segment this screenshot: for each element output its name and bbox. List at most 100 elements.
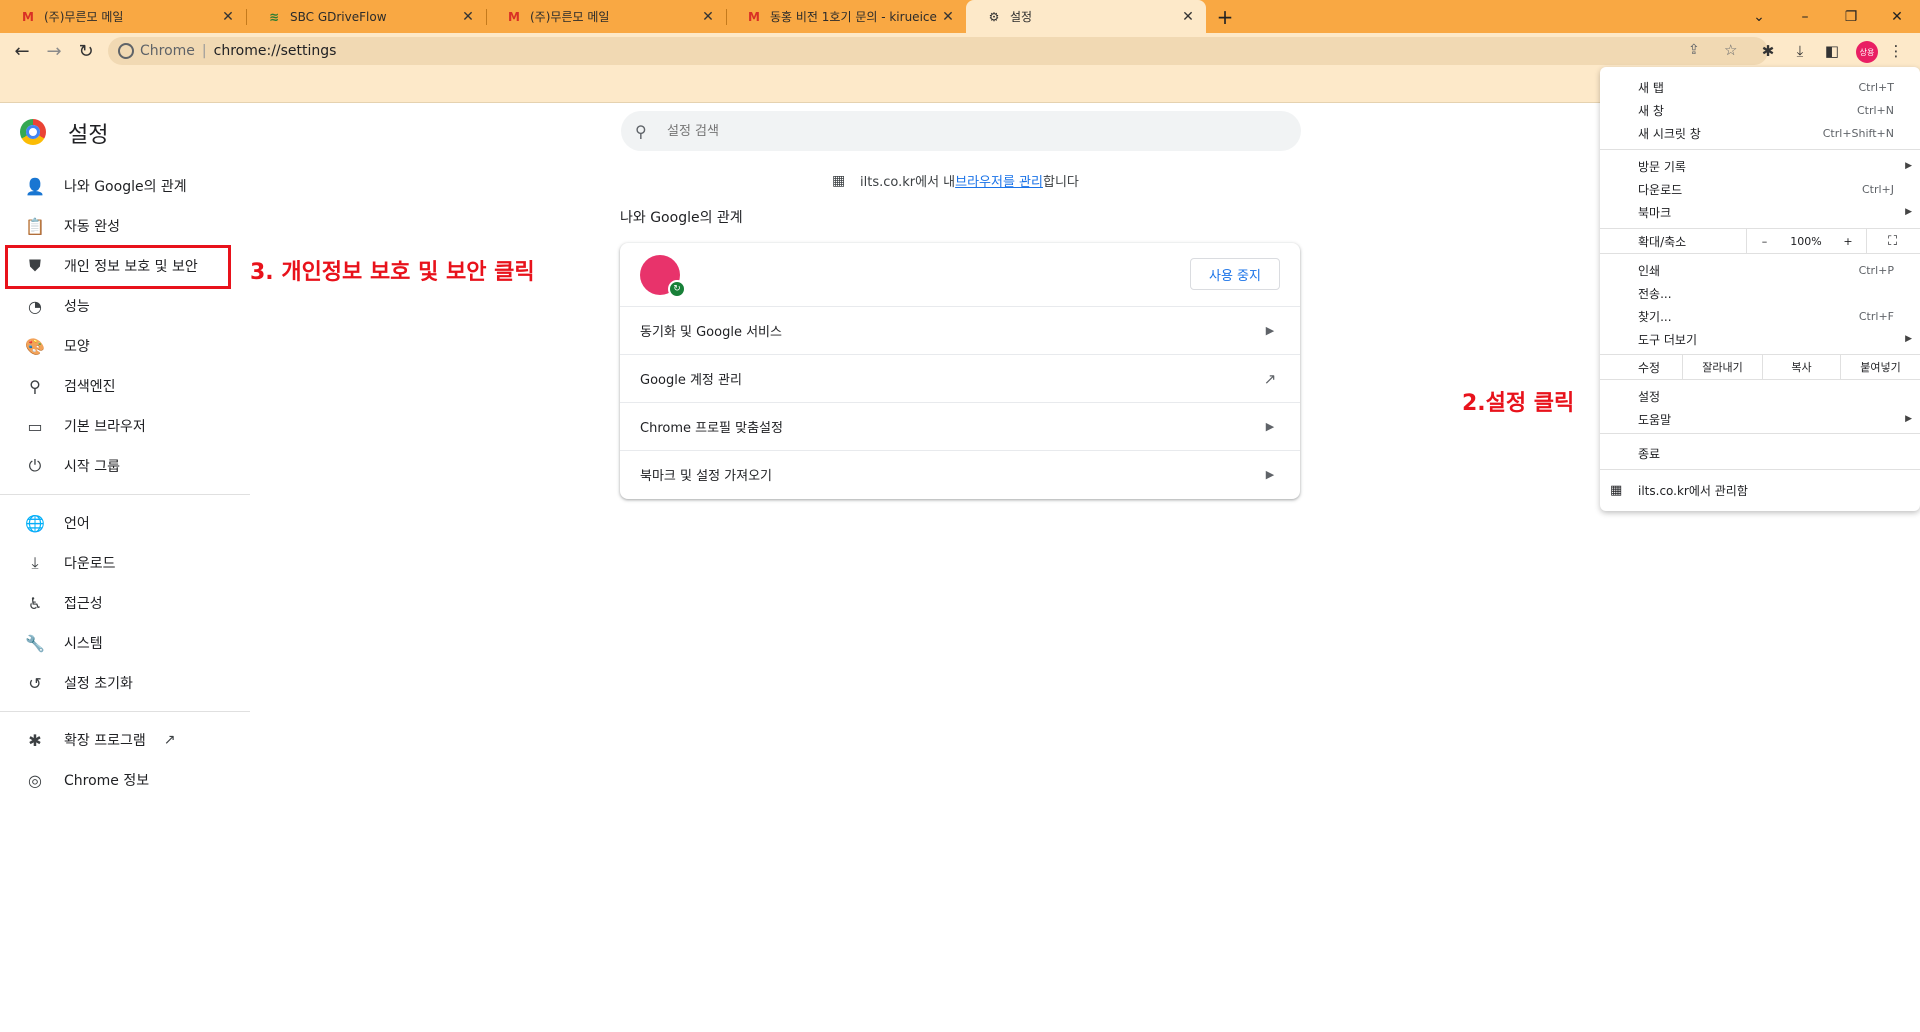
- sidebar-item-label: 기본 브라우저: [64, 419, 146, 435]
- sidebar-item-search-engine[interactable]: ⚲ 검색엔진: [0, 366, 250, 406]
- tab-mail-1[interactable]: M (주)무른모 메일 ✕: [0, 0, 246, 33]
- globe-icon: 🌐: [25, 513, 45, 533]
- menu-label: 다운로드: [1638, 182, 1683, 197]
- menu-label: 도움말: [1638, 412, 1672, 427]
- close-icon[interactable]: ✕: [940, 9, 956, 25]
- chevron-right-icon: ▶: [1905, 414, 1912, 424]
- gmail-icon: M: [508, 9, 520, 24]
- zoom-out-button[interactable]: –: [1746, 228, 1782, 254]
- sidebar-item-label: 확장 프로그램: [64, 733, 146, 749]
- sidebar-item-appearance[interactable]: 🎨 모양: [0, 326, 250, 366]
- row-import-bookmarks[interactable]: 북마크 및 설정 가져오기 ▶: [620, 450, 1300, 498]
- address-separator: |: [201, 43, 207, 59]
- copy-button[interactable]: 복사: [1762, 354, 1840, 380]
- sidebar-item-on-startup[interactable]: ⏻ 시작 그룹: [0, 446, 250, 486]
- menu-settings[interactable]: 설정: [1600, 385, 1920, 407]
- close-window-button[interactable]: ✕: [1874, 0, 1920, 33]
- tab-gdriveflow[interactable]: ≋ SBC GDriveFlow ✕: [246, 0, 486, 33]
- row-sync-services[interactable]: 동기화 및 Google 서비스 ▶: [620, 306, 1300, 354]
- gmail-icon: M: [22, 9, 34, 24]
- tab-mail-2[interactable]: M (주)무른모 메일 ✕: [486, 0, 726, 33]
- stop-sync-button[interactable]: 사용 중지: [1190, 258, 1280, 290]
- tab-mail-3[interactable]: M 동홍 비전 1호기 문의 - kirueice ✕: [726, 0, 966, 33]
- menu-new-tab[interactable]: 새 탭 Ctrl+T: [1600, 76, 1920, 98]
- menu-managed[interactable]: ▦ ilts.co.kr에서 관리함: [1600, 479, 1920, 501]
- sidebar-item-you-and-google[interactable]: 👤 나와 Google의 관계: [0, 166, 250, 206]
- clipboard-icon: 📋: [25, 216, 45, 236]
- sidebar-item-label: 자동 완성: [64, 219, 120, 235]
- cut-button[interactable]: 잘라내기: [1682, 354, 1762, 380]
- sidebar-item-languages[interactable]: 🌐 언어: [0, 503, 250, 543]
- tab-label: (주)무른모 메일: [530, 10, 610, 24]
- share-icon[interactable]: ⇪: [1688, 42, 1700, 58]
- chevron-right-icon: ▶: [1905, 334, 1912, 344]
- search-icon: ⚲: [635, 121, 647, 141]
- close-icon[interactable]: ✕: [460, 9, 476, 25]
- menu-exit[interactable]: 종료: [1600, 442, 1920, 464]
- menu-help[interactable]: 도움말 ▶: [1600, 408, 1920, 430]
- menu-shortcut: Ctrl+J: [1861, 182, 1894, 196]
- sidebar-item-system[interactable]: 🔧 시스템: [0, 623, 250, 663]
- sidebar-item-label: 다운로드: [64, 556, 116, 572]
- menu-label: 북마크: [1638, 205, 1672, 220]
- tab-settings[interactable]: ⚙ 설정 ✕: [966, 0, 1206, 33]
- minimize-button[interactable]: –: [1782, 0, 1828, 33]
- menu-incognito[interactable]: 새 시크릿 창 Ctrl+Shift+N: [1600, 122, 1920, 144]
- menu-label: 새 시크릿 창: [1638, 126, 1701, 141]
- menu-divider: [1600, 149, 1920, 150]
- address-bar[interactable]: Chrome | chrome://settings ⇪ ☆: [108, 37, 1768, 65]
- row-customize-profile[interactable]: Chrome 프로필 맞춤설정 ▶: [620, 402, 1300, 450]
- menu-bookmarks[interactable]: 북마크 ▶: [1600, 201, 1920, 223]
- row-label: Chrome 프로필 맞춤설정: [640, 421, 783, 436]
- restore-button[interactable]: ❐: [1828, 0, 1874, 33]
- sidebar-item-reset[interactable]: ↺ 설정 초기화: [0, 663, 250, 703]
- search-input[interactable]: [667, 123, 1267, 139]
- gear-icon: ⚙: [988, 9, 1000, 24]
- close-icon[interactable]: ✕: [700, 9, 716, 25]
- managed-prefix: ilts.co.kr에서 내: [860, 175, 956, 190]
- sidebar-item-label: 검색엔진: [64, 379, 116, 395]
- manage-browser-link[interactable]: 브라우저를 관리: [955, 171, 1043, 190]
- sidebar-item-performance[interactable]: ◔ 성능: [0, 286, 250, 326]
- bookmark-star-icon[interactable]: ☆: [1724, 41, 1737, 59]
- sidebar-item-downloads[interactable]: ⤓ 다운로드: [0, 543, 250, 583]
- profile-avatar[interactable]: 상용: [1856, 41, 1878, 63]
- settings-search[interactable]: ⚲: [621, 111, 1301, 151]
- row-label: Google 계정 관리: [640, 373, 742, 388]
- paste-button[interactable]: 붙여넣기: [1840, 354, 1920, 380]
- menu-label: ilts.co.kr에서 관리함: [1638, 483, 1748, 498]
- kebab-menu-icon[interactable]: ⋮: [1884, 39, 1908, 63]
- address-url: chrome://settings: [213, 43, 337, 59]
- close-icon[interactable]: ✕: [1180, 9, 1196, 25]
- managed-notice: ▦ ilts.co.kr에서 내 브라우저를 관리 합니다: [832, 171, 1079, 191]
- side-panel-icon[interactable]: ◧: [1820, 39, 1844, 63]
- sidebar-item-extensions[interactable]: ✱ 확장 프로그램 ↗: [0, 720, 250, 760]
- menu-find[interactable]: 찾기... Ctrl+F: [1600, 305, 1920, 327]
- sidebar-item-autofill[interactable]: 📋 자동 완성: [0, 206, 250, 246]
- menu-new-window[interactable]: 새 창 Ctrl+N: [1600, 99, 1920, 121]
- close-icon[interactable]: ✕: [220, 9, 236, 25]
- reload-button[interactable]: ↻: [72, 37, 100, 65]
- download-icon[interactable]: ⤓: [1788, 39, 1812, 63]
- tab-search-icon[interactable]: ⌄: [1736, 0, 1782, 33]
- row-google-account[interactable]: Google 계정 관리 ↗: [620, 354, 1300, 402]
- sidebar-item-default-browser[interactable]: ▭ 기본 브라우저: [0, 406, 250, 446]
- menu-label: 수정: [1638, 360, 1661, 375]
- sidebar-item-about-chrome[interactable]: ◎ Chrome 정보: [0, 760, 250, 800]
- external-link-icon: ↗: [1263, 369, 1277, 388]
- zoom-in-button[interactable]: +: [1830, 228, 1866, 254]
- new-tab-button[interactable]: +: [1212, 4, 1238, 30]
- menu-history[interactable]: 방문 기록 ▶: [1600, 155, 1920, 177]
- forward-button[interactable]: →: [40, 37, 68, 65]
- menu-more-tools[interactable]: 도구 더보기 ▶: [1600, 328, 1920, 350]
- building-icon: ▦: [1610, 482, 1623, 498]
- menu-downloads[interactable]: 다운로드 Ctrl+J: [1600, 178, 1920, 200]
- extensions-icon[interactable]: ✱: [1756, 39, 1780, 63]
- chevron-right-icon: ▶: [1905, 207, 1912, 217]
- menu-cast[interactable]: 전송...: [1600, 282, 1920, 304]
- back-button[interactable]: ←: [8, 37, 36, 65]
- fullscreen-icon[interactable]: ⛶: [1866, 228, 1918, 254]
- sidebar-item-accessibility[interactable]: ♿ 접근성: [0, 583, 250, 623]
- menu-print[interactable]: 인쇄 Ctrl+P: [1600, 259, 1920, 281]
- download-icon: ⤓: [31, 553, 39, 572]
